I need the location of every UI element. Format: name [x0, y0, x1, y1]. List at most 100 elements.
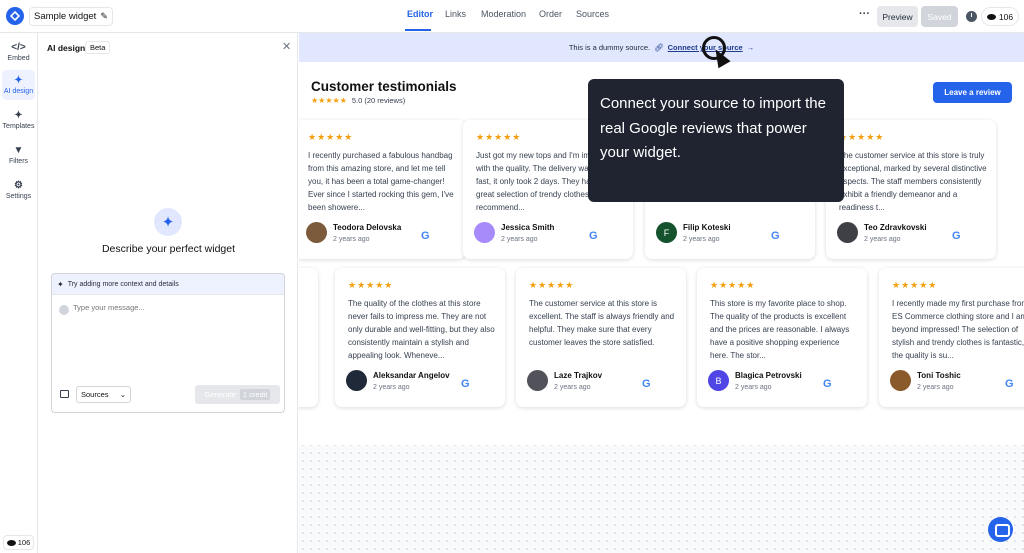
review-card[interactable]: ★★★★★ The quality of the clothes at this … [335, 268, 505, 407]
review-text: The customer service at this store is ex… [529, 299, 675, 347]
dummy-source-notice: This is a dummy source. 🔗︎ Connect your … [299, 33, 1024, 62]
reviewer-name: Laze Trajkov [554, 371, 603, 380]
sidebar-item-label: AI design [3, 87, 34, 95]
reviewer-name: Blagica Petrovski [735, 371, 802, 380]
chat-support-button[interactable] [988, 517, 1013, 542]
review-card[interactable]: ★★★★★ This store is my favorite place to … [697, 268, 867, 407]
preview-button[interactable]: Preview [877, 6, 918, 27]
google-icon: G [589, 230, 598, 242]
connect-source-tooltip: Connect your source to import the real G… [588, 79, 844, 202]
history-icon[interactable] [966, 11, 977, 22]
credits-count: 106 [17, 538, 31, 547]
top-bar: Sample widget ✎ Editor Links Moderation … [0, 0, 1024, 33]
sparkle-icon: ✦ [154, 208, 182, 236]
tab-editor[interactable]: Editor [407, 9, 433, 19]
avatar-initial: F [663, 227, 670, 238]
active-tab-indicator [405, 29, 431, 31]
notice-text: This is a dummy source. [568, 43, 651, 52]
review-text: This store is my favorite place to shop.… [710, 299, 850, 360]
generate-button[interactable]: Generate 1 credit [195, 385, 280, 404]
rating-stars: ★★★★★ [311, 96, 347, 105]
review-date: 2 years ago [864, 236, 901, 243]
credits-badge[interactable]: 106 [981, 7, 1019, 26]
sidebar-item-ai-design[interactable]: ✦ AI design [2, 70, 35, 100]
review-stars: ★★★★★ [892, 280, 938, 290]
sidebar-item-embed[interactable]: </> Embed [2, 37, 35, 67]
review-date: 2 years ago [554, 384, 591, 391]
panel-title: AI design [47, 43, 86, 53]
coins-icon [986, 13, 996, 20]
overall-rating: ★★★★★ 5.0 (20 reviews) [311, 96, 405, 105]
review-date: 2 years ago [683, 236, 720, 243]
sidebar-item-templates[interactable]: ✦ Templates [2, 105, 35, 135]
credits-count: 106 [998, 11, 1014, 22]
sidebar-item-filters[interactable]: ▼ Filters [2, 140, 35, 170]
review-card[interactable]: ★★★★★ The customer service at this store … [826, 120, 996, 259]
reviewer-avatar [837, 222, 858, 243]
sidebar-item-label: Settings [5, 192, 32, 200]
sources-dropdown[interactable]: Sources ⌄ [76, 386, 131, 403]
sparkle-icon: ✦ [14, 74, 23, 86]
reviewer-avatar: B [708, 370, 729, 391]
google-icon: G [461, 378, 470, 390]
review-date: 2 years ago [373, 384, 410, 391]
sidebar-item-label: Embed [7, 54, 30, 62]
image-icon[interactable] [60, 390, 69, 398]
tab-links[interactable]: Links [445, 9, 466, 19]
sources-label: Sources [81, 390, 109, 399]
reviewer-avatar [306, 222, 327, 243]
code-icon: </> [11, 41, 26, 53]
review-text: I recently made my first purchase from E… [892, 299, 1024, 360]
reviewer-name: Toni Toshic [917, 371, 961, 380]
logo-icon[interactable] [6, 7, 24, 25]
review-text: The quality of the clothes at this store… [348, 299, 495, 360]
templates-icon: ✦ [14, 109, 23, 121]
google-icon: G [823, 378, 832, 390]
gear-icon: ⚙ [14, 179, 23, 191]
tab-order[interactable]: Order [539, 9, 562, 19]
prompt-hint: ✦ Try adding more context and details [52, 274, 284, 295]
review-card[interactable]: ★★★★★and to fashion.G [299, 268, 318, 407]
sidebar: </> Embed ✦ AI design ✦ Templates ▼ Filt… [0, 33, 38, 553]
beta-badge: Beta [85, 41, 111, 54]
review-date: 2 years ago [333, 236, 370, 243]
widget-name-field[interactable]: Sample widget ✎ [29, 7, 113, 26]
tab-moderation[interactable]: Moderation [481, 9, 526, 19]
google-icon: G [952, 230, 961, 242]
filter-icon: ▼ [13, 144, 24, 156]
reviewer-avatar [890, 370, 911, 391]
review-date: 2 years ago [735, 384, 772, 391]
ai-design-panel: AI design Beta ✕ ✦ Describe your perfect… [39, 33, 298, 553]
hint-text: Try adding more context and details [67, 280, 179, 288]
arrow-right-icon: → [746, 43, 755, 52]
leave-review-button[interactable]: Leave a review [933, 82, 1012, 103]
review-text: I recently purchased a fabulous handbag … [308, 151, 454, 212]
reviewer-name: Teodora Delovska [333, 223, 402, 232]
coins-icon [6, 539, 16, 546]
widget-title: Customer testimonials [311, 79, 457, 94]
saved-button[interactable]: Saved [921, 6, 958, 27]
review-card[interactable]: ★★★★★ I recently made my first purchase f… [879, 268, 1024, 407]
review-card[interactable]: ★★★★★ The customer service at this store … [516, 268, 686, 407]
review-text: The customer service at this store is tr… [839, 151, 987, 212]
generate-label: Generate [204, 390, 236, 399]
sidebar-item-settings[interactable]: ⚙ Settings [2, 175, 35, 205]
user-avatar-icon [59, 305, 69, 315]
google-icon: G [771, 230, 780, 242]
generate-cost: 1 credit [239, 389, 271, 400]
google-icon: G [1005, 378, 1014, 390]
credits-badge-bottom[interactable]: 106 [3, 535, 34, 550]
close-icon[interactable]: ✕ [282, 40, 291, 53]
google-icon: G [421, 230, 430, 242]
review-card[interactable]: ★★★★★ I recently purchased a fabulous han… [299, 120, 465, 259]
message-input[interactable] [73, 303, 273, 312]
ai-prompt-box: ✦ Try adding more context and details So… [51, 273, 285, 413]
reviewer-avatar: F [656, 222, 677, 243]
pencil-icon[interactable]: ✎ [100, 11, 108, 22]
tab-sources[interactable]: Sources [576, 9, 609, 19]
more-menu-button[interactable]: ··· [859, 8, 870, 20]
review-stars: ★★★★★ [476, 132, 522, 142]
review-date: 2 years ago [917, 384, 954, 391]
review-stars: ★★★★★ [839, 132, 885, 142]
chevron-down-icon: ⌄ [119, 390, 126, 399]
